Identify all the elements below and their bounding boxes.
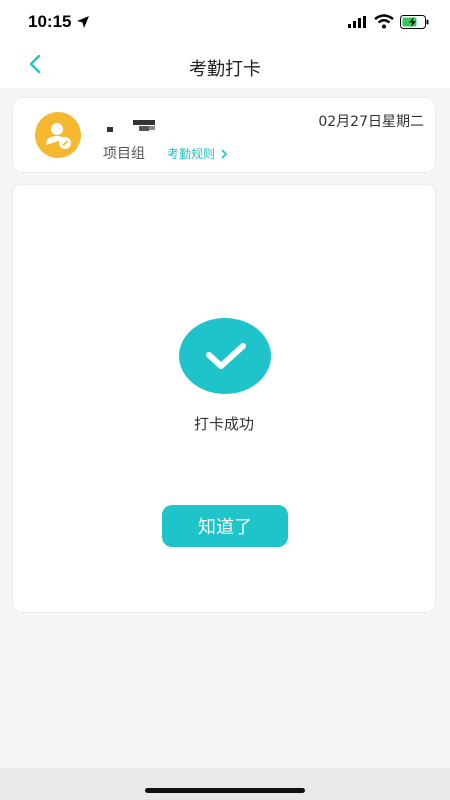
- checkin-result-card: 打卡成功 知道了: [12, 184, 436, 613]
- signal-icon: [348, 16, 366, 28]
- status-bar: 10:15: [0, 0, 450, 44]
- date-label: 02月27日星期二: [318, 114, 424, 130]
- nav-bar: 考勤打卡: [0, 44, 450, 88]
- chevron-right-icon: [221, 148, 228, 159]
- page-title: 考勤打卡: [189, 59, 261, 80]
- group-label: 项目组: [103, 146, 145, 162]
- battery-charging-icon: [400, 15, 429, 29]
- checkin-success-message: 打卡成功: [193, 415, 254, 433]
- checkmark-icon: [206, 343, 246, 369]
- avatar: [35, 112, 81, 158]
- attendance-rules-label: 考勤规则: [167, 147, 216, 161]
- success-badge: [179, 318, 271, 394]
- wifi-icon: [374, 14, 394, 29]
- status-time: 10:15: [28, 12, 72, 31]
- location-arrow-icon: [77, 16, 89, 28]
- bottom-bar: [0, 768, 450, 800]
- user-name-redacted: [107, 120, 155, 132]
- home-indicator[interactable]: [145, 788, 305, 793]
- got-it-button[interactable]: 知道了: [162, 505, 288, 547]
- attendance-rules-link[interactable]: 考勤规则: [167, 145, 229, 162]
- attendance-info-card: 项目组 考勤规则 02月27日星期二: [12, 97, 436, 173]
